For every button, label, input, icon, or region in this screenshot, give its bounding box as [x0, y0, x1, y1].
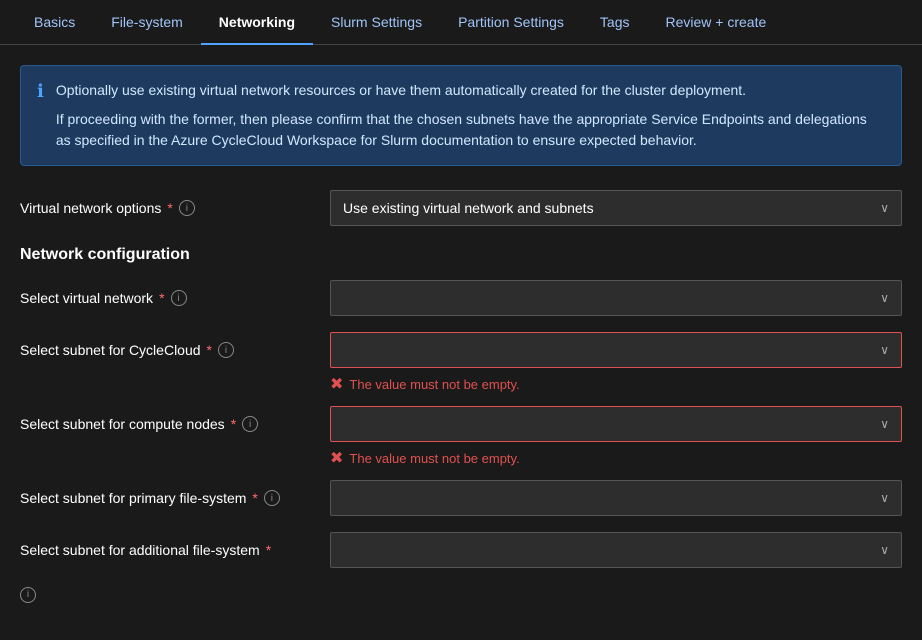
- select-subnet-primary-fs-chevron-icon: ∨: [880, 491, 889, 505]
- select-subnet-cyclecloud-chevron-icon: ∨: [880, 343, 889, 357]
- vnet-options-info-icon[interactable]: i: [179, 200, 195, 216]
- select-subnet-cyclecloud-row: Select subnet for CycleCloud * i ∨: [20, 332, 902, 368]
- tab-slurm[interactable]: Slurm Settings: [313, 0, 440, 44]
- tab-navigation: Basics File-system Networking Slurm Sett…: [0, 0, 922, 45]
- select-subnet-cyclecloud-info-icon[interactable]: i: [218, 342, 234, 358]
- vnet-options-label: Virtual network options * i: [20, 200, 330, 216]
- select-subnet-cyclecloud-label-text: Select subnet for CycleCloud: [20, 342, 201, 358]
- select-subnet-primary-fs-info-icon[interactable]: i: [264, 490, 280, 506]
- select-vnet-dropdown[interactable]: ∨: [330, 280, 902, 316]
- vnet-options-value: Use existing virtual network and subnets: [343, 200, 594, 216]
- vnet-options-chevron-icon: ∨: [880, 201, 889, 215]
- select-subnet-primary-fs-label: Select subnet for primary file-system * …: [20, 490, 330, 506]
- tab-basics[interactable]: Basics: [16, 0, 93, 44]
- select-subnet-primary-fs-row: Select subnet for primary file-system * …: [20, 480, 902, 516]
- select-subnet-primary-fs-required: *: [252, 490, 257, 506]
- tab-networking[interactable]: Networking: [201, 0, 313, 44]
- select-subnet-compute-label-text: Select subnet for compute nodes: [20, 416, 225, 432]
- select-vnet-required: *: [159, 290, 164, 306]
- info-box-text: Optionally use existing virtual network …: [56, 80, 885, 151]
- select-subnet-compute-info-icon[interactable]: i: [242, 416, 258, 432]
- main-content: ℹ Optionally use existing virtual networ…: [0, 45, 922, 623]
- select-subnet-additional-fs-dropdown[interactable]: ∨: [330, 532, 902, 568]
- vnet-options-row: Virtual network options * i Use existing…: [20, 190, 902, 226]
- select-subnet-additional-fs-label-text: Select subnet for additional file-system: [20, 542, 260, 558]
- select-subnet-additional-fs-row: Select subnet for additional file-system…: [20, 532, 902, 568]
- select-vnet-info-icon[interactable]: i: [171, 290, 187, 306]
- select-vnet-chevron-icon: ∨: [880, 291, 889, 305]
- select-subnet-primary-fs-dropdown[interactable]: ∨: [330, 480, 902, 516]
- info-icon: ℹ: [37, 81, 44, 102]
- select-subnet-additional-fs-label: Select subnet for additional file-system…: [20, 542, 330, 558]
- bottom-info-icon[interactable]: i: [20, 587, 36, 603]
- select-subnet-compute-error-text: The value must not be empty.: [349, 451, 519, 466]
- select-subnet-compute-error: ✖ The value must not be empty.: [330, 448, 902, 468]
- network-config-title: Network configuration: [20, 246, 902, 264]
- select-vnet-row: Select virtual network * i ∨: [20, 280, 902, 316]
- select-subnet-additional-fs-required: *: [266, 542, 271, 558]
- tab-partition[interactable]: Partition Settings: [440, 0, 582, 44]
- select-subnet-compute-chevron-icon: ∨: [880, 417, 889, 431]
- select-subnet-cyclecloud-error-icon: ✖: [330, 374, 343, 394]
- select-subnet-compute-dropdown[interactable]: ∨: [330, 406, 902, 442]
- info-box: ℹ Optionally use existing virtual networ…: [20, 65, 902, 166]
- select-vnet-label-text: Select virtual network: [20, 290, 153, 306]
- bottom-info: i: [20, 584, 902, 603]
- tab-tags[interactable]: Tags: [582, 0, 648, 44]
- tab-filesystem[interactable]: File-system: [93, 0, 201, 44]
- select-subnet-compute-row: Select subnet for compute nodes * i ∨: [20, 406, 902, 442]
- vnet-options-dropdown[interactable]: Use existing virtual network and subnets…: [330, 190, 902, 226]
- select-subnet-compute-label: Select subnet for compute nodes * i: [20, 416, 330, 432]
- vnet-options-label-text: Virtual network options: [20, 200, 161, 216]
- select-subnet-cyclecloud-error: ✖ The value must not be empty.: [330, 374, 902, 394]
- select-subnet-compute-required: *: [231, 416, 236, 432]
- select-subnet-compute-error-icon: ✖: [330, 448, 343, 468]
- select-subnet-primary-fs-label-text: Select subnet for primary file-system: [20, 490, 246, 506]
- info-line2: If proceeding with the former, then plea…: [56, 109, 885, 151]
- select-subnet-cyclecloud-error-text: The value must not be empty.: [349, 377, 519, 392]
- tab-review[interactable]: Review + create: [648, 0, 785, 44]
- vnet-options-required: *: [167, 200, 172, 216]
- select-subnet-cyclecloud-label: Select subnet for CycleCloud * i: [20, 342, 330, 358]
- select-subnet-cyclecloud-dropdown[interactable]: ∨: [330, 332, 902, 368]
- select-subnet-additional-fs-chevron-icon: ∨: [880, 543, 889, 557]
- select-subnet-cyclecloud-required: *: [207, 342, 212, 358]
- info-line1: Optionally use existing virtual network …: [56, 80, 885, 101]
- select-vnet-label: Select virtual network * i: [20, 290, 330, 306]
